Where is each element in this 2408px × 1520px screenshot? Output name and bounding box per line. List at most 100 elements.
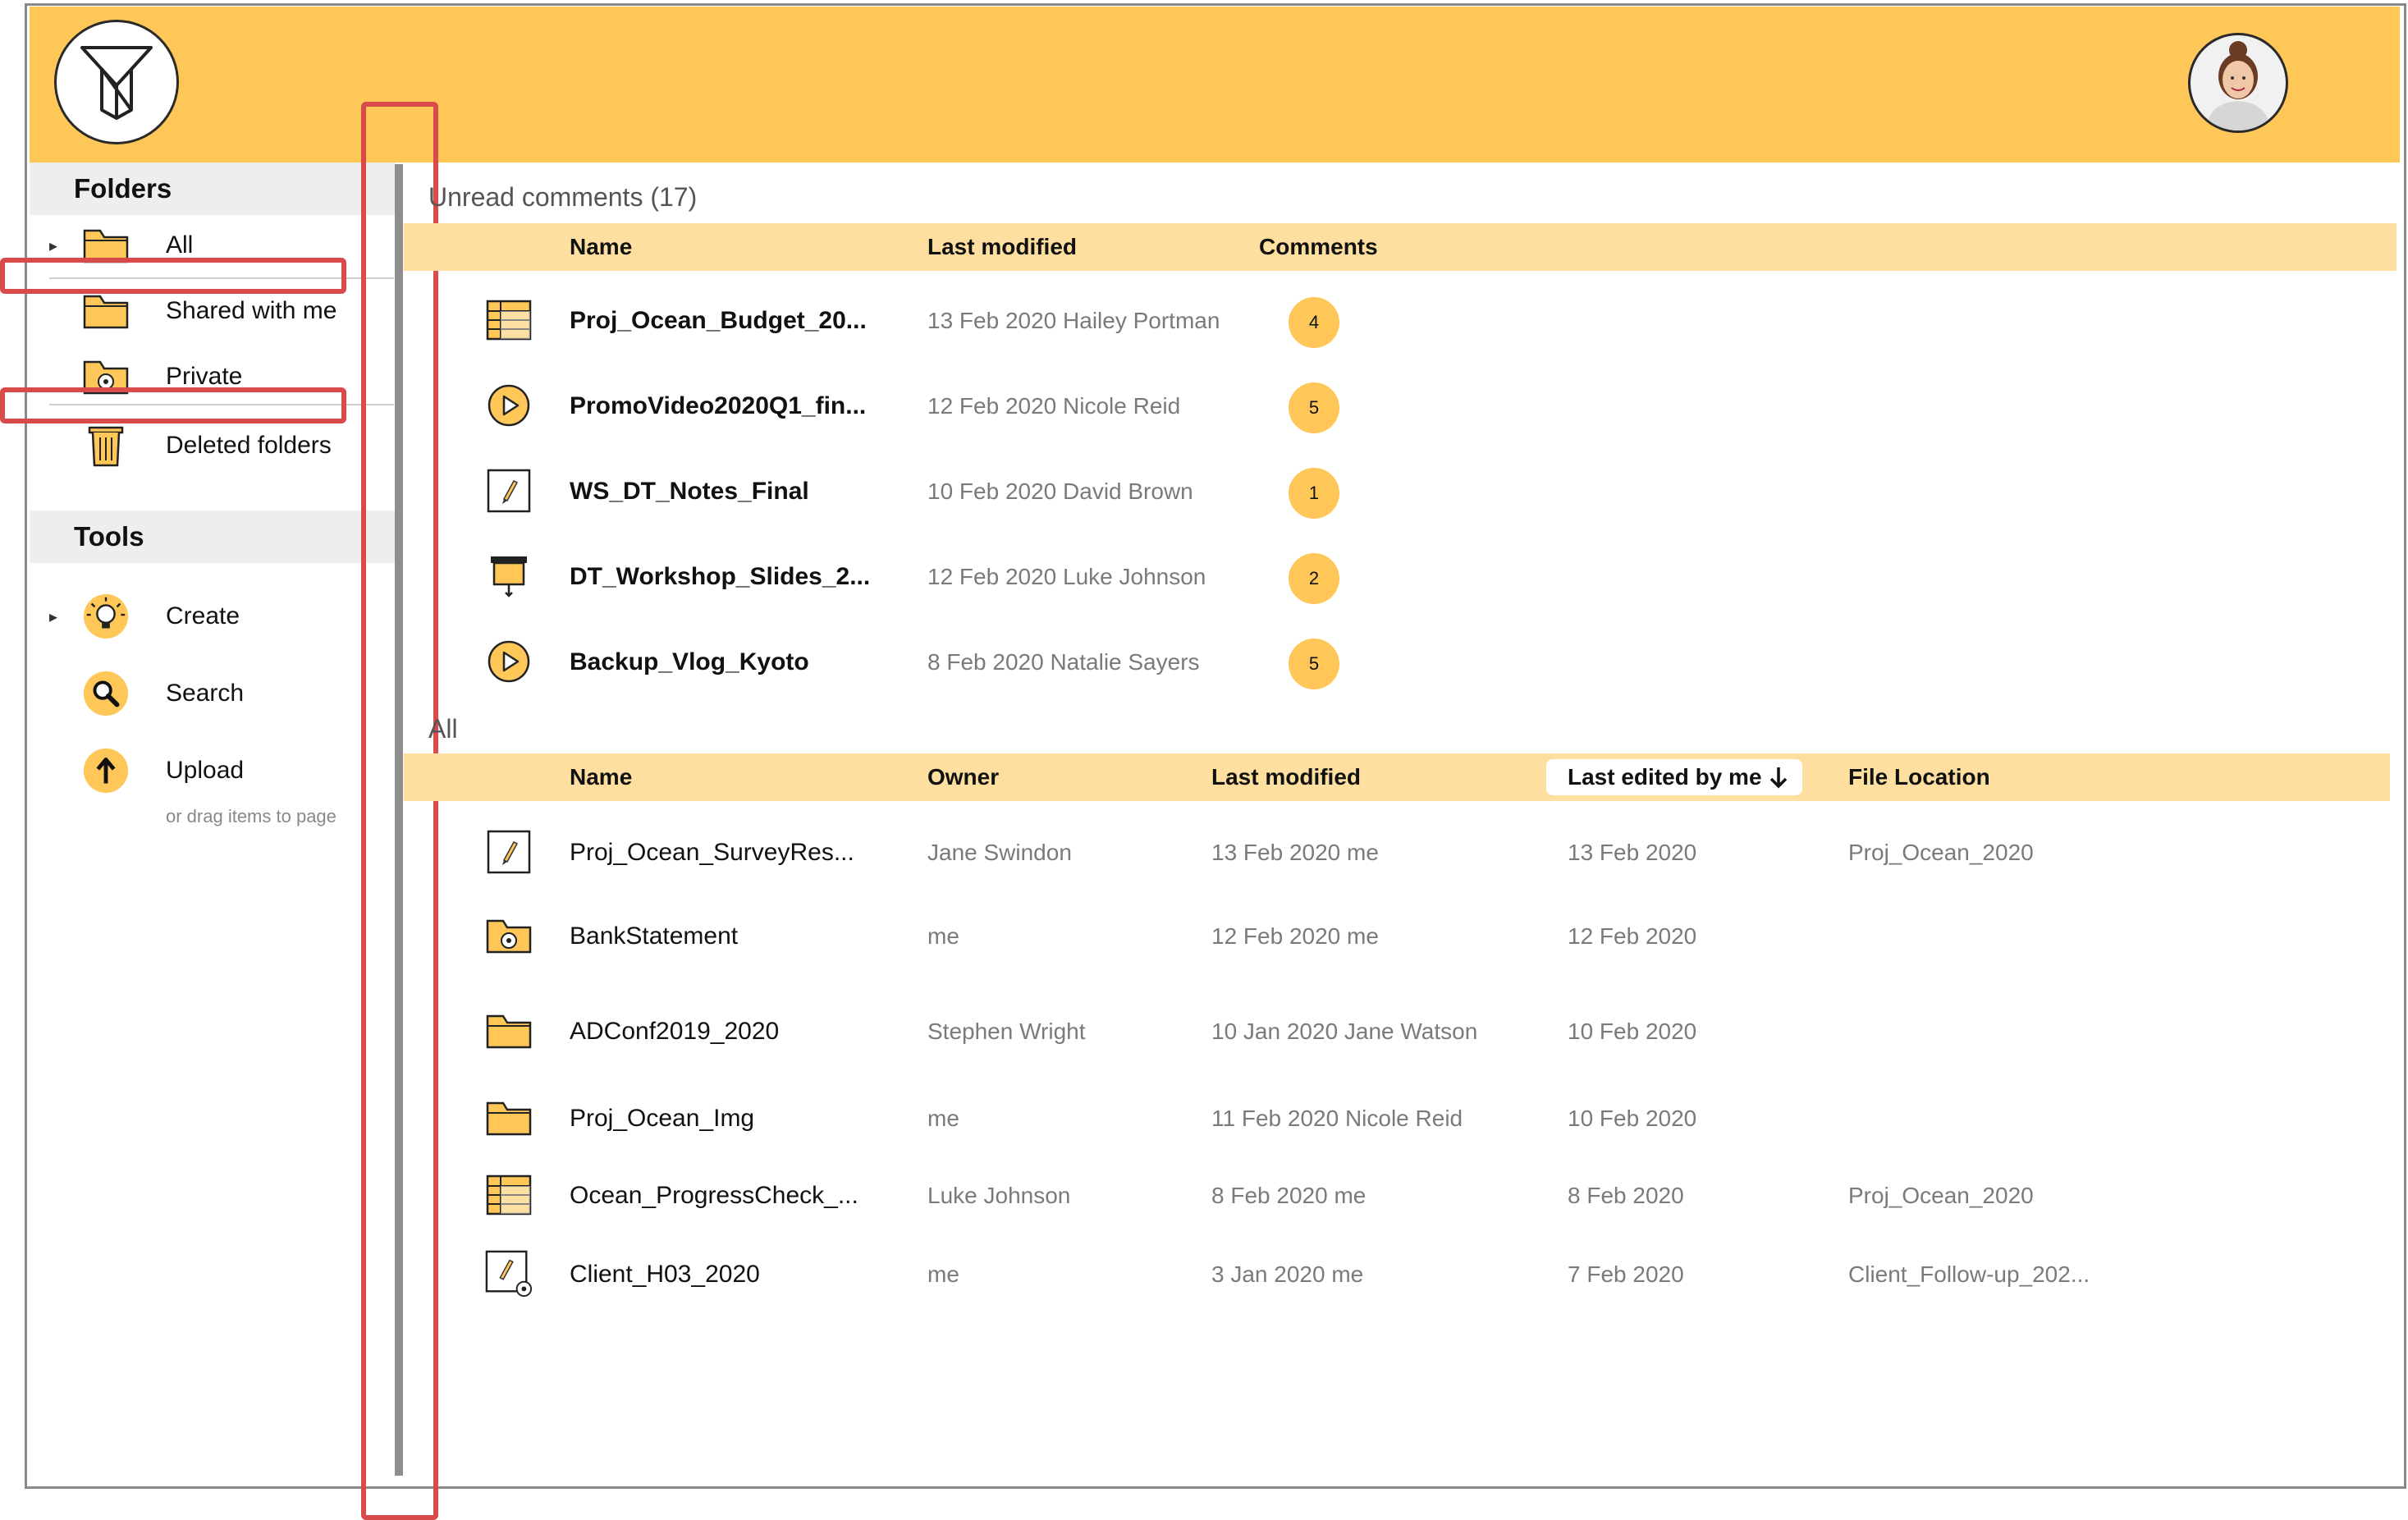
logo-icon [80, 46, 153, 120]
column-header-file-location[interactable]: File Location [1848, 753, 1990, 801]
folders-heading: Folders [30, 163, 396, 215]
last-modified: 11 Feb 2020 Nicole Reid [1211, 1106, 1463, 1131]
file-name[interactable]: Ocean_ProgressCheck_... [570, 1159, 858, 1233]
file-name[interactable]: Proj_Ocean_Budget_20... [570, 284, 867, 358]
owner: Stephen Wright [927, 1019, 1086, 1044]
tool-search[interactable]: Search [49, 665, 378, 722]
column-header-name[interactable]: Name [570, 753, 632, 801]
comment-count-badge[interactable]: 1 [1289, 468, 1339, 519]
tool-create[interactable]: ▸ Create [49, 588, 378, 645]
last-modified: 10 Feb 2020 David Brown [927, 478, 1193, 504]
sort-descending-icon [1769, 767, 1788, 789]
column-header-name[interactable]: Name [570, 223, 632, 271]
last-edited-by-me: 13 Feb 2020 [1568, 840, 1697, 865]
presentation-icon [484, 552, 533, 601]
tool-upload[interactable]: Upload [49, 742, 378, 799]
file-row[interactable]: Client_H03_2020 me 3 Jan 2020 me 7 Feb 2… [460, 1238, 2347, 1312]
last-modified: 12 Feb 2020 Nicole Reid [927, 393, 1181, 419]
last-modified: 13 Feb 2020 me [1211, 840, 1379, 865]
column-header-last-edited: Last edited by me [1568, 764, 1762, 790]
folder-item-deleted[interactable]: Deleted folders [49, 417, 378, 474]
unread-table-header: Name Last modified Comments [404, 223, 2397, 271]
spreadsheet-icon [484, 1170, 533, 1220]
upload-icon [82, 747, 130, 794]
owner: Luke Johnson [927, 1183, 1071, 1208]
last-modified: 3 Jan 2020 me [1211, 1261, 1364, 1287]
last-modified: 8 Feb 2020 me [1211, 1183, 1367, 1208]
tool-label: Search [166, 680, 245, 707]
last-modified: 10 Jan 2020 Jane Watson [1211, 1019, 1478, 1044]
private-folder-icon [484, 911, 533, 960]
folder-label: Deleted folders [166, 432, 332, 459]
last-modified: 8 Feb 2020 Natalie Sayers [927, 649, 1200, 675]
file-name[interactable]: WS_DT_Notes_Final [570, 455, 809, 529]
owner: me [927, 1261, 959, 1287]
file-row[interactable]: BankStatement me 12 Feb 2020 me 12 Feb 2… [460, 900, 2347, 973]
highlight-box [0, 387, 346, 423]
unread-row[interactable]: WS_DT_Notes_Final 10 Feb 2020 David Brow… [460, 455, 2347, 529]
video-icon [484, 637, 533, 686]
last-modified: 13 Feb 2020 Hailey Portman [927, 308, 1220, 333]
sidebar-resize-handle[interactable] [395, 164, 403, 1476]
file-location[interactable]: Proj_Ocean_2020 [1848, 816, 2034, 890]
column-header-comments[interactable]: Comments [1259, 223, 1378, 271]
file-row[interactable]: Proj_Ocean_Img me 11 Feb 2020 Nicole Rei… [460, 1082, 2347, 1156]
file-name[interactable]: ADConf2019_2020 [570, 995, 779, 1069]
sort-by-last-edited[interactable]: Last edited by me [1546, 759, 1802, 795]
column-header-last-modified[interactable]: Last modified [927, 223, 1077, 271]
file-name[interactable]: Proj_Ocean_Img [570, 1082, 754, 1156]
video-icon [484, 381, 533, 430]
comment-count-badge[interactable]: 5 [1289, 382, 1339, 433]
tool-label: Upload [166, 757, 245, 784]
unread-comments-title: Unread comments (17) [428, 182, 698, 212]
unread-row[interactable]: Backup_Vlog_Kyoto 8 Feb 2020 Natalie Say… [460, 625, 2347, 699]
owner: Jane Swindon [927, 840, 1072, 865]
column-header-last-modified[interactable]: Last modified [1211, 753, 1361, 801]
last-edited-by-me: 10 Feb 2020 [1568, 1106, 1697, 1131]
private-document-icon [484, 1249, 533, 1298]
file-location[interactable]: Client_Follow-up_202... [1848, 1238, 2090, 1312]
file-row[interactable]: Ocean_ProgressCheck_... Luke Johnson 8 F… [460, 1159, 2347, 1233]
owner: me [927, 923, 959, 949]
file-location[interactable]: Proj_Ocean_2020 [1848, 1159, 2034, 1233]
file-name[interactable]: DT_Workshop_Slides_2... [570, 540, 870, 614]
column-header-owner[interactable]: Owner [927, 753, 999, 801]
file-name[interactable]: Client_H03_2020 [570, 1238, 760, 1312]
folder-label: All [166, 231, 194, 259]
file-row[interactable]: ADConf2019_2020 Stephen Wright 10 Jan 20… [460, 995, 2347, 1069]
expand-caret-icon[interactable]: ▸ [49, 607, 66, 627]
spreadsheet-icon [484, 295, 533, 345]
file-name[interactable]: Proj_Ocean_SurveyRes... [570, 816, 854, 890]
lightbulb-icon [82, 593, 130, 640]
folder-icon [484, 1093, 533, 1142]
comment-count-badge[interactable]: 2 [1289, 553, 1339, 604]
tool-label: Create [166, 602, 240, 630]
document-icon [484, 827, 533, 877]
unread-row[interactable]: Proj_Ocean_Budget_20... 13 Feb 2020 Hail… [460, 284, 2347, 358]
search-icon [82, 670, 130, 717]
highlight-box [0, 258, 346, 294]
folder-icon [484, 1006, 533, 1055]
avatar-icon [2205, 41, 2271, 130]
file-name[interactable]: BankStatement [570, 900, 738, 973]
document-icon [484, 466, 533, 515]
owner: me [927, 1106, 959, 1131]
tools-heading: Tools [30, 510, 396, 563]
upload-hint: or drag items to page [166, 806, 336, 826]
expand-caret-icon[interactable]: ▸ [49, 236, 66, 256]
file-name[interactable]: PromoVideo2020Q1_fin... [570, 369, 866, 443]
all-files-title: All [428, 714, 458, 744]
unread-row[interactable]: PromoVideo2020Q1_fin... 12 Feb 2020 Nico… [460, 369, 2347, 443]
last-edited-by-me: 10 Feb 2020 [1568, 1019, 1697, 1044]
file-name[interactable]: Backup_Vlog_Kyoto [570, 625, 809, 699]
folder-icon [82, 287, 130, 335]
last-edited-by-me: 7 Feb 2020 [1568, 1261, 1684, 1287]
app-logo[interactable] [54, 20, 179, 144]
comment-count-badge[interactable]: 4 [1289, 297, 1339, 348]
all-table-header: Name Owner Last modified Last edited by … [404, 753, 2390, 801]
unread-row[interactable]: DT_Workshop_Slides_2... 12 Feb 2020 Luke… [460, 540, 2347, 614]
comment-count-badge[interactable]: 5 [1289, 639, 1339, 689]
user-avatar[interactable] [2188, 33, 2288, 133]
file-row[interactable]: Proj_Ocean_SurveyRes... Jane Swindon 13 … [460, 816, 2347, 890]
last-modified: 12 Feb 2020 Luke Johnson [927, 564, 1206, 589]
